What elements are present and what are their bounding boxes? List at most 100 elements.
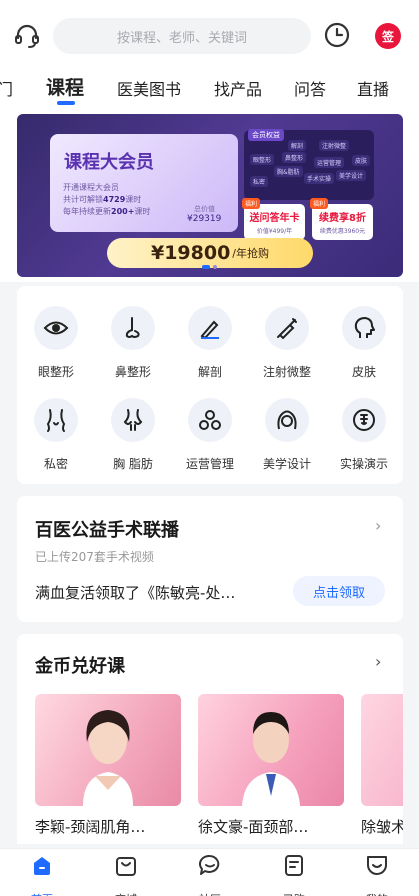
sign-in-button[interactable]: 签 (375, 23, 401, 49)
category-label: 美学设计 (262, 457, 311, 471)
carousel-dot-active (202, 265, 210, 269)
membership-card: 课程大会员 开通课程大会员 共计可解锁4729课时 每年持续更新200+课时 总… (50, 134, 238, 232)
benefit-chip: 皮肤 (352, 155, 371, 166)
category-operations[interactable]: 运营管理 (178, 398, 242, 472)
buy-membership-button[interactable]: ¥19800 /年抢购 (107, 238, 313, 268)
top-bar: 按课程、老师、关键词 签 (0, 0, 419, 70)
carousel-dot (213, 265, 217, 269)
benefits-label: 会员权益 (248, 129, 284, 141)
total-value-label: 总价值 (194, 205, 215, 213)
product-thumbnail (198, 694, 344, 806)
product-title: 李颖-颈阔肌角… (35, 818, 146, 836)
nav-shop[interactable]: 商城 (96, 853, 156, 896)
scalpel-icon (188, 306, 232, 350)
benefit-chip: 眼整形 (250, 154, 275, 165)
chat-bubble-icon (199, 854, 220, 875)
sign-in-label: 签 (381, 29, 394, 44)
claim-button[interactable]: 点击领取 (293, 576, 385, 606)
category-label: 鼻整形 (114, 365, 151, 379)
membership-banner[interactable]: 课程大会员 开通课程大会员 共计可解锁4729课时 每年持续更新200+课时 总… (17, 114, 403, 277)
benefit-chip: 胸&脂肪 (274, 166, 303, 177)
promo-tag: 福利 (242, 198, 261, 209)
category-injection[interactable]: 注射微整 (255, 306, 319, 380)
category-skin[interactable]: 皮肤 (332, 306, 396, 380)
tab-partial[interactable]: 门 (0, 76, 13, 100)
nav-purchased[interactable]: 已购 (264, 853, 324, 896)
product-price: 50金币 (198, 841, 344, 844)
benefit-chip: 注射微整 (319, 140, 350, 151)
home-icon (34, 857, 50, 875)
chevron-right-icon[interactable]: › (375, 652, 381, 671)
active-tab-indicator (57, 101, 75, 105)
category-tabs: 门 课程 医美图书 找产品 问答 直播 (0, 70, 419, 110)
banner-line-2: 共计可解锁4729课时 (63, 195, 142, 204)
banner-title: 课程大会员 (64, 152, 154, 173)
benefits-panel: 会员权益 解剖 注射微整 眼整形 鼻整形 运营管理 皮肤 胸&脂肪 私密 手术实… (244, 129, 374, 200)
syringe-icon (265, 306, 309, 350)
tab-qa[interactable]: 问答 (294, 76, 326, 100)
live-subtitle: 已上传207套手术视频 (35, 550, 154, 564)
live-message: 满血复活领取了《陈敏亮-处… (35, 584, 236, 602)
category-label: 私密 (43, 457, 68, 471)
headset-icon[interactable] (12, 21, 42, 51)
profile-icon (367, 856, 387, 875)
operations-icon (188, 398, 232, 442)
search-placeholder: 按课程、老师、关键词 (116, 30, 247, 46)
nav-community[interactable]: 社区 (180, 853, 240, 896)
nav-label: 商城 (96, 891, 156, 896)
nose-icon (111, 306, 155, 350)
product-thumbnail (361, 694, 403, 806)
total-value: ¥29319 (187, 214, 222, 224)
benefit-chip: 运营管理 (314, 157, 345, 168)
product-price: 50金币 (35, 841, 181, 844)
chest-icon (111, 398, 155, 442)
tab-live[interactable]: 直播 (357, 76, 389, 100)
hand-demo-icon (342, 398, 386, 442)
category-aesthetic[interactable]: 美学设计 (255, 398, 319, 472)
category-chest[interactable]: 胸 脂肪 (101, 398, 165, 472)
category-label: 眼整形 (37, 365, 74, 379)
category-label: 解剖 (197, 365, 222, 379)
history-clock-icon[interactable] (323, 21, 351, 49)
category-label: 皮肤 (351, 365, 376, 379)
tab-books[interactable]: 医美图书 (117, 76, 181, 100)
promo-sub: 价值¥499/年 (256, 228, 293, 235)
product-card[interactable]: 徐文豪-面颈部… 50金币 (198, 694, 344, 844)
product-card[interactable]: 除皱术 9800 (361, 694, 403, 844)
category-nose[interactable]: 鼻整形 (101, 306, 165, 380)
product-price: 9800 (361, 841, 403, 844)
live-surgery-card[interactable]: 百医公益手术联播 › 已上传207套手术视频 满血复活领取了《陈敏亮-处… 点击… (17, 496, 403, 622)
benefit-chip: 鼻整形 (282, 152, 307, 163)
search-input[interactable]: 按课程、老师、关键词 (53, 18, 311, 54)
promo-sub: 续费优惠3960元 (319, 228, 366, 235)
nav-profile[interactable]: 我的 (347, 853, 407, 896)
nav-home[interactable]: 首页 (12, 853, 72, 896)
promo-tag: 福利 (310, 198, 329, 209)
promo-main: 续费享8折 (319, 213, 366, 224)
banner-line-1: 开通课程大会员 (63, 183, 119, 192)
benefit-chip: 手术实操 (304, 173, 335, 184)
membership-price: ¥19800 (150, 242, 231, 264)
product-card[interactable]: 李颖-颈阔肌角… 50金币 (35, 694, 181, 844)
category-demo[interactable]: 实操演示 (332, 398, 396, 472)
category-grid: 眼整形 鼻整形 解剖 注射微整 皮肤 私密 胸 脂肪 运营管理 美学设计 实操演… (17, 286, 403, 484)
coin-courses-section: 金币兑好课 › 李颖-颈阔肌角… 50金币 徐文豪-面颈部… 5 (17, 634, 403, 844)
coin-section-title: 金币兑好课 (35, 656, 125, 677)
doctor-portrait-image (242, 712, 300, 806)
benefit-chip: 私密 (250, 176, 269, 187)
live-title: 百医公益手术联播 (35, 520, 179, 541)
benefit-chip: 解剖 (288, 140, 307, 151)
promo-qa-card: 福利 送问答年卡 价值¥499/年 (242, 198, 305, 240)
tab-products[interactable]: 找产品 (214, 76, 262, 100)
category-label: 实操演示 (339, 457, 388, 471)
membership-price-unit: /年抢购 (232, 247, 270, 260)
category-anatomy[interactable]: 解剖 (178, 306, 242, 380)
promo-main: 送问答年卡 (249, 213, 300, 224)
female-face-icon (265, 398, 309, 442)
chevron-right-icon[interactable]: › (375, 516, 381, 535)
banner-line-3: 每年持续更新200+课时 (63, 207, 151, 216)
tab-courses[interactable]: 课程 (46, 73, 84, 100)
purchased-icon (285, 855, 303, 876)
category-eye[interactable]: 眼整形 (24, 306, 88, 380)
category-private[interactable]: 私密 (24, 398, 88, 472)
